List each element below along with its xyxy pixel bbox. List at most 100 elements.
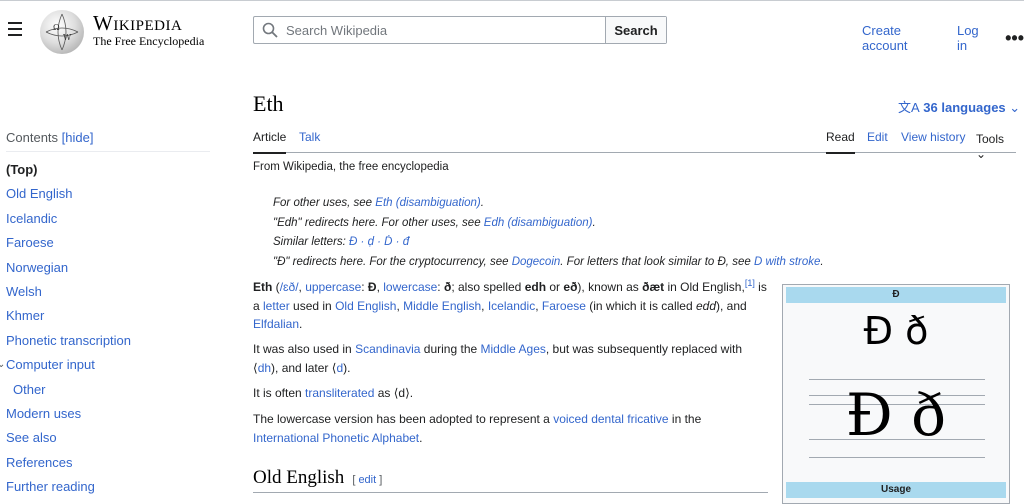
middle-ages-link[interactable]: Middle Ages <box>481 342 546 356</box>
hatnote-text: Similar letters: <box>273 236 350 248</box>
page-tabs: Article Talk Read Edit View history Tool… <box>253 130 1016 161</box>
text: : <box>437 280 444 294</box>
toc-item-icelandic[interactable]: Icelandic <box>6 207 210 231</box>
text: used in <box>289 298 336 313</box>
hatnote-text: "Ð" redirects here. For the cryptocurren… <box>273 255 512 268</box>
toc-label: Contents <box>6 130 59 145</box>
d-with-stroke-link[interactable]: D with stroke <box>754 256 820 268</box>
uppercase-link[interactable]: uppercase <box>305 280 361 294</box>
chevron-down-icon: ⌄ <box>976 147 987 161</box>
infobox: Ð Ð ð Ð ð Usage <box>782 284 1010 504</box>
wordmark-tagline: The Free Encyclopedia <box>93 34 205 48</box>
text: : <box>361 280 368 294</box>
letter-link[interactable]: letter <box>263 299 290 313</box>
text: , but was subsequently replaced with <box>545 342 742 356</box>
translate-icon: 文A <box>898 100 920 115</box>
toc-item-computer-input[interactable]: ⌄ Computer input <box>0 353 210 377</box>
edh-disambiguation-link[interactable]: Edh (disambiguation) <box>484 217 593 229</box>
hatnote: Similar letters: Đ · ḍ · Ḋ · đ <box>273 233 824 253</box>
text: ), and <box>716 298 747 313</box>
main-menu-icon[interactable] <box>8 22 22 36</box>
toc-item-other[interactable]: Other <box>6 378 210 402</box>
tab-talk[interactable]: Talk <box>299 130 320 152</box>
scandinavia-link[interactable]: Scandinavia <box>355 342 420 356</box>
toc-item-top[interactable]: (Top) <box>6 158 210 182</box>
lowercase-link[interactable]: lowercase <box>383 280 437 294</box>
paragraph-ipa: The lowercase version has been adopted t… <box>253 410 768 447</box>
wordmark-title: Wikipedia <box>93 11 183 35</box>
tab-article[interactable]: Article <box>253 130 287 154</box>
hatnote-text: For other uses, see <box>273 197 376 209</box>
section-title: Old English <box>253 467 345 488</box>
middle-english-link[interactable]: Middle English <box>403 299 481 313</box>
bold-term: eð <box>563 280 578 294</box>
dh-link[interactable]: dh <box>258 361 271 375</box>
old-english-link[interactable]: Old English <box>335 299 396 313</box>
icelandic-link[interactable]: Icelandic <box>488 299 535 313</box>
chevron-down-icon: ⌄ <box>1009 100 1021 115</box>
toc-item-references[interactable]: References <box>6 451 210 475</box>
eth-disambiguation-link[interactable]: Eth (disambiguation) <box>375 197 480 209</box>
text: ), and later <box>271 360 332 375</box>
toc-item-see-also[interactable]: See also <box>6 426 210 450</box>
chevron-down-icon[interactable]: ⌄ <box>0 353 5 377</box>
create-account-link[interactable]: Create account <box>862 23 947 53</box>
hatnote-text: . For letters that look similar to Ð, se… <box>560 255 754 268</box>
top-border <box>0 0 1024 1</box>
search-icon <box>262 22 278 38</box>
svg-text:W: W <box>63 33 72 42</box>
toc-item-further-reading[interactable]: Further reading <box>6 475 210 499</box>
text: (in which it is called <box>585 298 696 313</box>
dogecoin-link[interactable]: Dogecoin <box>512 256 561 268</box>
paragraph-intro: Eth (/ɛð/, uppercase: Ð, lowercase: ð; a… <box>253 274 768 334</box>
search-bar: Search <box>253 16 667 44</box>
voiced-dental-fricative-link[interactable]: voiced dental fricative <box>553 412 668 426</box>
tab-view-history[interactable]: View history <box>901 130 965 152</box>
toc-hide-link[interactable]: [hide] <box>62 130 94 145</box>
log-in-link[interactable]: Log in <box>957 23 991 53</box>
search-field[interactable] <box>254 17 605 43</box>
text: It is often <box>253 386 306 400</box>
toc-item-phonetic-transcription[interactable]: Phonetic transcription <box>6 329 210 353</box>
elfdalian-link[interactable]: Elfdalian <box>253 317 299 331</box>
hatnote: "Ð" redirects here. For the cryptocurren… <box>273 253 824 273</box>
section-edit-link[interactable]: edit <box>358 474 376 486</box>
search-input[interactable] <box>284 21 588 39</box>
toc-item-modern-uses[interactable]: Modern uses <box>6 402 210 426</box>
reference-link[interactable]: [1] <box>745 278 755 288</box>
italic-term: edd <box>695 298 716 313</box>
text: in the <box>668 412 702 426</box>
text: ), known as <box>577 280 643 294</box>
section-divider <box>253 492 768 493</box>
search-button[interactable]: Search <box>605 17 666 43</box>
tab-read[interactable]: Read <box>826 130 855 154</box>
toc-item-welsh[interactable]: Welsh <box>6 280 210 304</box>
transliterated-link[interactable]: transliterated <box>305 386 374 400</box>
tools-label: Tools <box>976 132 1005 146</box>
tagline: From Wikipedia, the free encyclopedia <box>253 161 449 173</box>
toc-item-khmer[interactable]: Khmer <box>6 304 210 328</box>
faroese-link[interactable]: Faroese <box>542 299 586 313</box>
tools-menu[interactable]: Tools ⌄ <box>976 132 1016 161</box>
text: as ⟨d⟩. <box>374 386 414 400</box>
ipa-link[interactable]: /ɛð/ <box>280 280 299 294</box>
similar-letters-link[interactable]: Đ · ḍ · Ḋ · đ <box>349 236 409 248</box>
tab-edit[interactable]: Edit <box>867 130 888 152</box>
toc-item-faroese[interactable]: Faroese <box>6 231 210 255</box>
text: ( <box>272 280 280 294</box>
hatnote-text: . <box>480 197 484 209</box>
text: The lowercase version has been adopted t… <box>253 412 554 426</box>
toc-item-old-english[interactable]: Old English <box>6 182 210 206</box>
text: during the <box>420 342 481 356</box>
table-of-contents: Contents [hide] (Top) Old English Icelan… <box>0 130 210 499</box>
more-options-icon[interactable]: ••• <box>1005 29 1024 47</box>
wikipedia-globe-icon[interactable]: Ω W <box>40 10 84 54</box>
toc-item-norwegian[interactable]: Norwegian <box>6 256 210 280</box>
guideline <box>809 379 985 380</box>
ipa-alphabet-link[interactable]: International Phonetic Alphabet <box>253 431 419 445</box>
language-selector[interactable]: 文A 36 languages ⌄ <box>898 97 1020 116</box>
hatnote-text: . <box>820 255 824 268</box>
toc-item-computer-input-label: Computer input <box>6 357 95 373</box>
wikipedia-wordmark[interactable]: Wikipedia The Free Encyclopedia <box>93 12 204 49</box>
guideline <box>809 457 985 458</box>
